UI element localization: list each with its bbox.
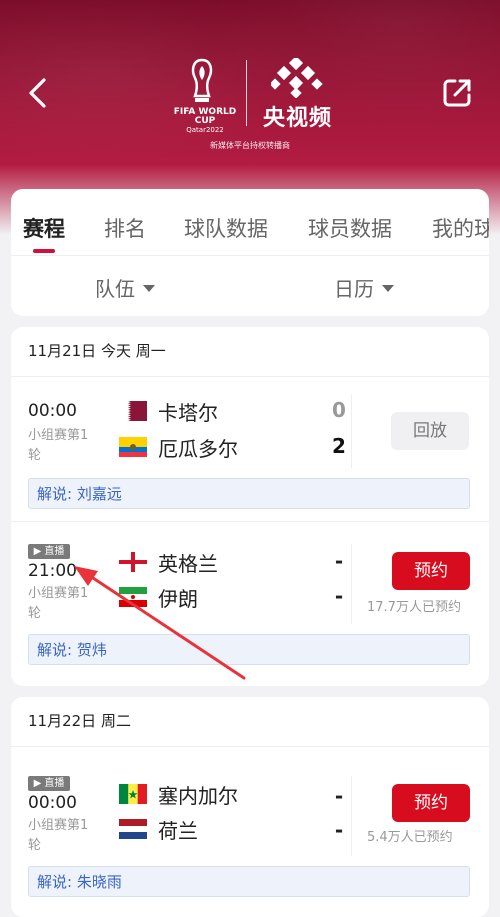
home-team-name: 卡塔尔	[158, 401, 218, 425]
day-date-header: 11月21日 今天 周一	[11, 327, 489, 377]
home-team-name: 塞内加尔	[158, 784, 238, 808]
commentary-link[interactable]: 解说: 朱晓雨	[28, 866, 470, 897]
team-filter[interactable]: 队伍	[95, 273, 155, 302]
calendar-filter[interactable]: 日历	[334, 273, 394, 302]
day-date-header: 11月22日 周二	[11, 697, 489, 747]
calendar-filter-label: 日历	[334, 277, 374, 301]
tab-team-stats[interactable]: 球队数据	[184, 213, 268, 243]
qatar-flag-icon	[119, 401, 147, 421]
tab-my-team[interactable]: 我的球	[432, 213, 489, 243]
match-stage: 小组赛第1轮	[28, 586, 89, 621]
commentary-link[interactable]: 解说: 刘嘉远	[28, 478, 470, 509]
home-score: -	[334, 549, 344, 573]
active-tab-indicator	[33, 249, 55, 253]
broadcast-logo: FIFA WORLD CUP Qatar2022 央视频	[165, 56, 340, 151]
england-flag-icon	[119, 552, 147, 572]
brand-name: 央视频	[263, 106, 333, 131]
tab-player-stats[interactable]: 球员数据	[308, 213, 392, 243]
home-score: 0	[332, 398, 346, 422]
home-score: -	[334, 784, 344, 808]
divider	[351, 776, 352, 856]
booked-count: 5.4万人已预约	[367, 830, 453, 845]
home-team-name: 英格兰	[158, 552, 218, 576]
caret-down-icon	[382, 285, 394, 292]
match-time: 00:00	[28, 793, 77, 813]
world-cup-emblem-icon	[191, 58, 213, 102]
match-row[interactable]: 00:00 小组赛第1轮 卡塔尔 厄瓜多尔 0 2 回放 解说: 刘嘉远	[11, 376, 489, 521]
away-team-name: 荷兰	[158, 819, 198, 843]
book-button[interactable]: 预约	[392, 784, 470, 822]
tab-schedule[interactable]: 赛程	[23, 213, 65, 243]
away-team-name: 厄瓜多尔	[158, 437, 238, 461]
team-filter-label: 队伍	[95, 277, 135, 301]
iran-flag-icon	[119, 587, 147, 607]
away-score: -	[334, 584, 344, 608]
book-button[interactable]: 预约	[392, 552, 470, 590]
match-row[interactable]: ▶ 直播 21:00 小组赛第1轮 英格兰 伊朗 - - 预约 17.7万人已预…	[11, 522, 489, 686]
commentary-link[interactable]: 解说: 贺炜	[28, 634, 470, 665]
booked-count: 17.7万人已预约	[367, 600, 461, 615]
chevron-left-icon	[29, 78, 46, 108]
tab-ranking[interactable]: 排名	[104, 213, 146, 243]
day-card: 11月22日 周二 ▶ 直播 00:00 小组赛第1轮 塞内加尔 荷兰 - - …	[11, 697, 489, 917]
share-icon	[443, 79, 471, 107]
away-score: -	[334, 818, 344, 842]
day-card: 11月21日 今天 周一 00:00 小组赛第1轮 卡塔尔 厄瓜多尔 0 2 回…	[11, 327, 489, 686]
rights-notice: 新媒体平台持权转播商	[210, 141, 290, 150]
live-badge: ▶ 直播	[28, 544, 70, 559]
world-cup-wordmark: FIFA WORLD CUP Qatar2022	[165, 108, 245, 135]
cctv-video-mark-icon	[271, 58, 323, 98]
match-stage: 小组赛第1轮	[28, 428, 89, 463]
share-button[interactable]	[440, 76, 474, 110]
tab-bar: 赛程 排名 球队数据 球员数据 我的球	[11, 189, 489, 256]
away-score: 2	[332, 434, 346, 458]
schedule-tabs-card: 赛程 排名 球队数据 球员数据 我的球 队伍 日历	[11, 189, 489, 316]
divider	[351, 544, 352, 624]
divider	[351, 394, 352, 468]
match-time: 21:00	[28, 561, 77, 581]
netherlands-flag-icon	[119, 819, 147, 839]
match-stage: 小组赛第1轮	[28, 818, 89, 853]
wc-line2: Qatar2022	[186, 126, 224, 134]
live-badge: ▶ 直播	[28, 776, 70, 791]
back-button[interactable]	[22, 74, 56, 112]
senegal-flag-icon	[119, 784, 147, 804]
wc-line1: FIFA WORLD CUP	[173, 107, 237, 126]
replay-button[interactable]: 回放	[391, 412, 469, 450]
match-row[interactable]: ▶ 直播 00:00 小组赛第1轮 塞内加尔 荷兰 - - 预约 5.4万人已预…	[11, 746, 489, 917]
match-time: 00:00	[28, 401, 77, 421]
away-team-name: 伊朗	[158, 587, 198, 611]
ecuador-flag-icon	[119, 437, 147, 457]
logo-divider	[246, 60, 247, 126]
caret-down-icon	[143, 285, 155, 292]
